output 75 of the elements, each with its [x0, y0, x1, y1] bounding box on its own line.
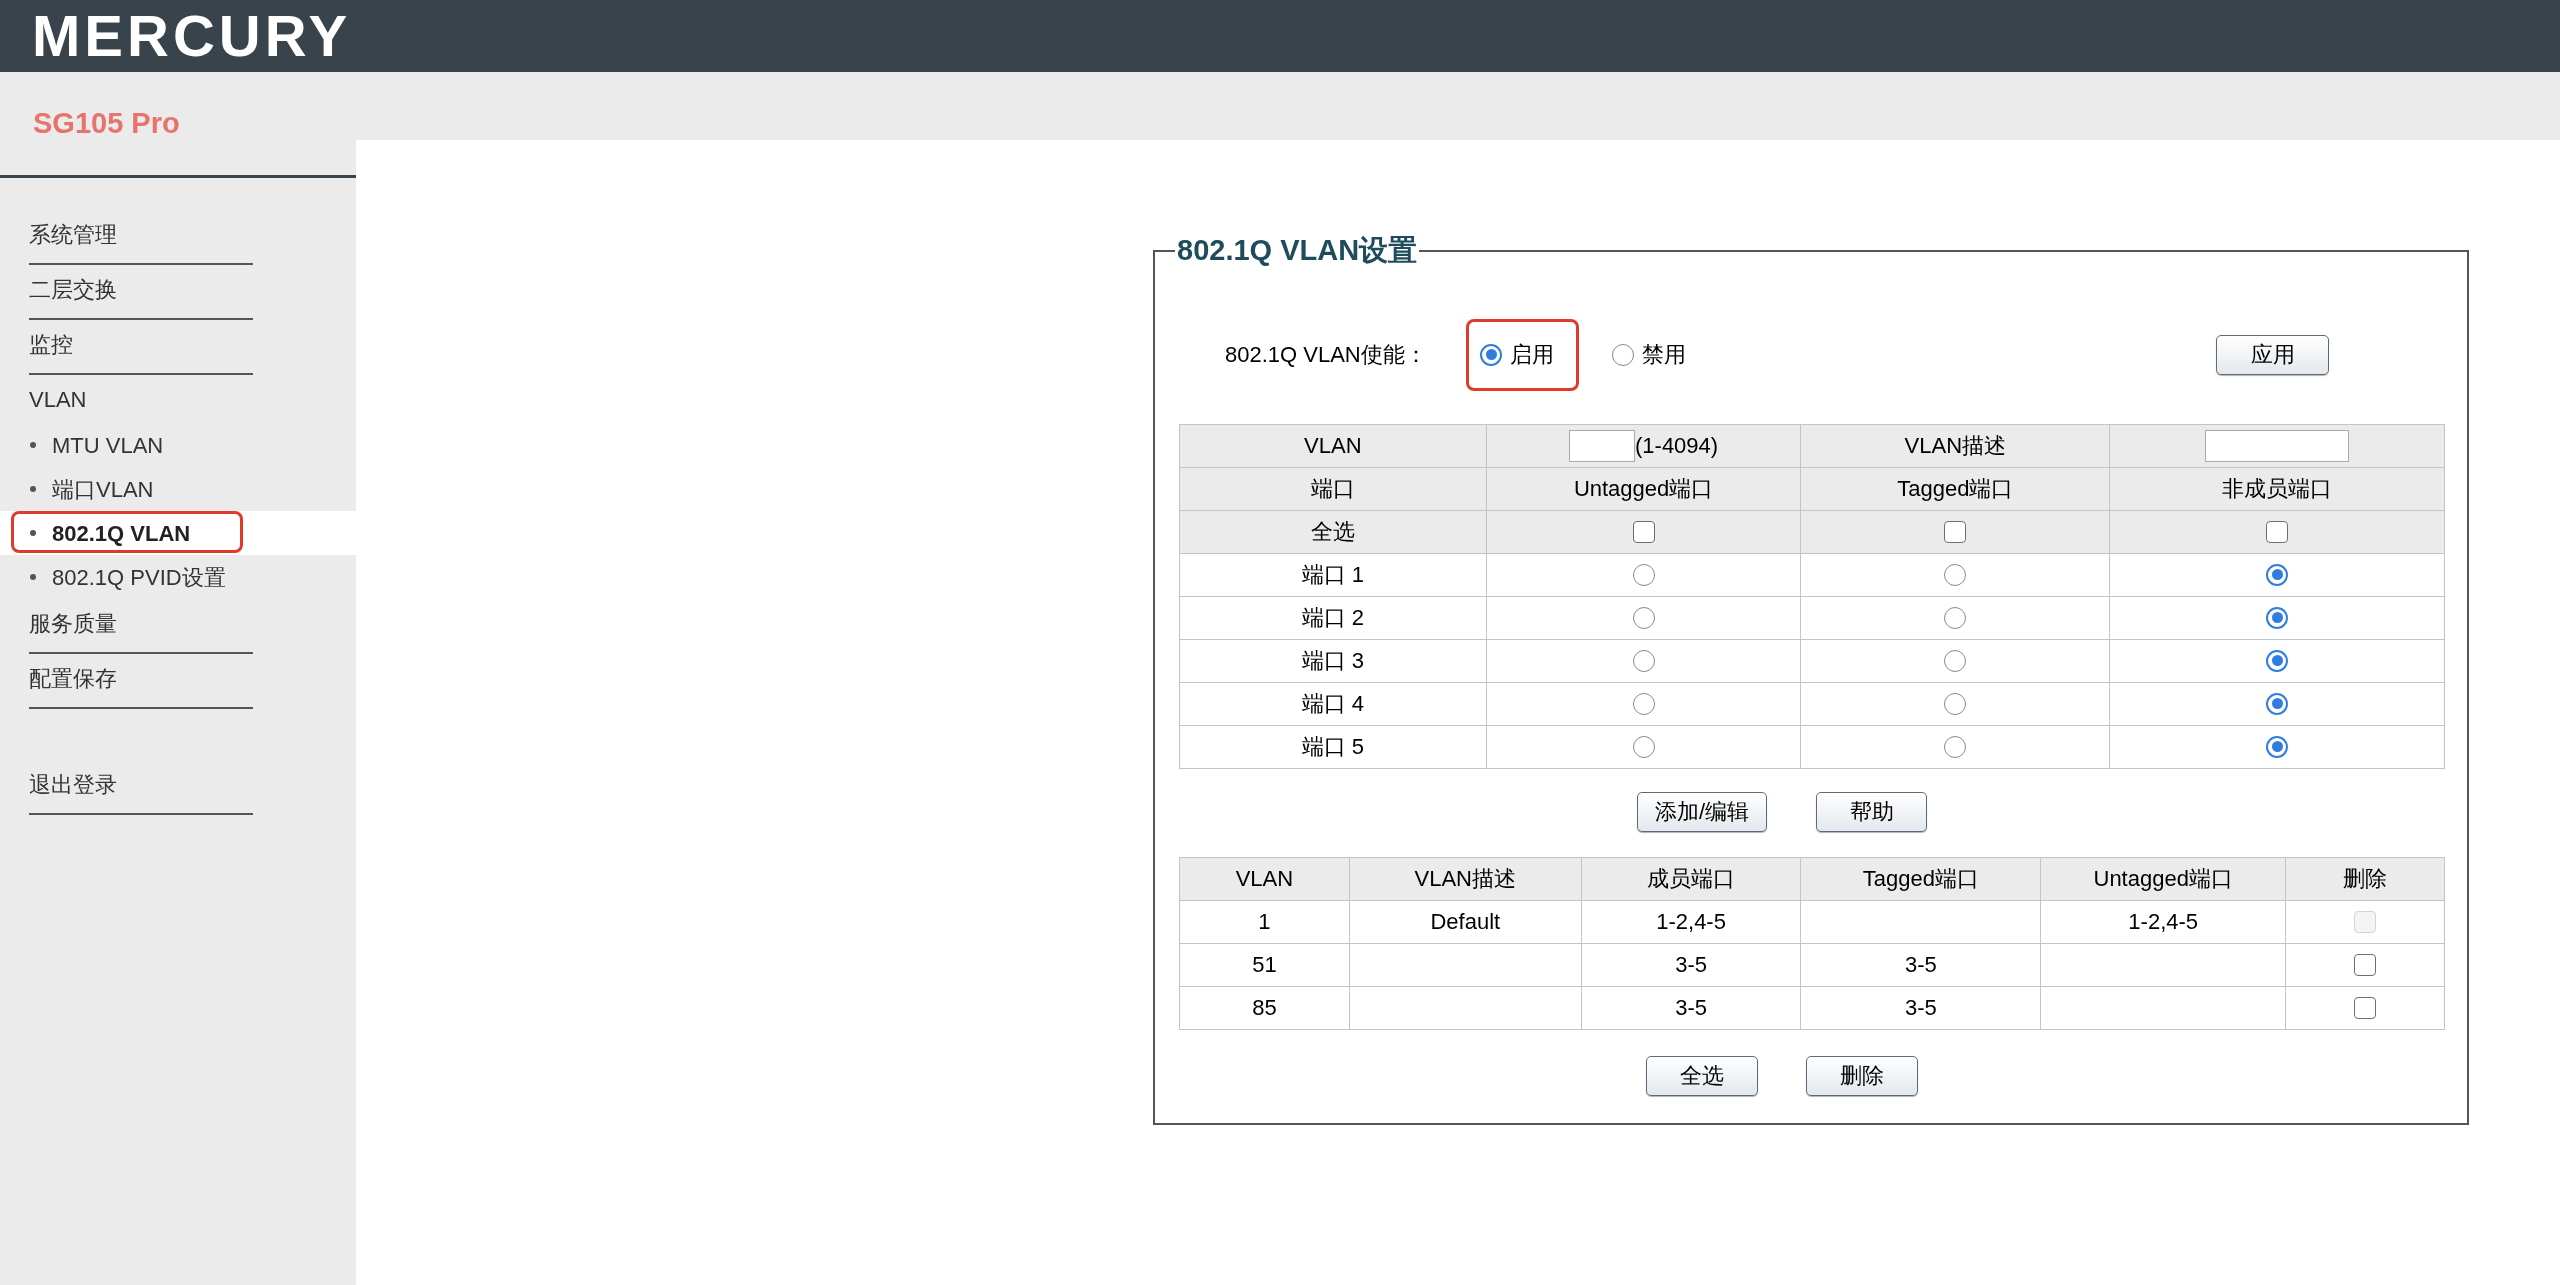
- table-header: VLAN: [1179, 424, 1487, 467]
- radio-button[interactable]: [2266, 692, 2289, 715]
- table-cell: Default: [1430, 909, 1501, 934]
- bullet-icon: [30, 574, 36, 580]
- radio-button[interactable]: [2266, 606, 2289, 629]
- table-header: 端口: [1179, 467, 1487, 510]
- table-header: Untagged端口: [1486, 467, 1801, 510]
- panel-title: 802.1Q VLAN设置: [1176, 233, 1419, 268]
- table-cell: 端口 2: [1179, 596, 1487, 639]
- radio-button[interactable]: [1612, 343, 1634, 366]
- button[interactable]: 应用: [2216, 334, 2329, 375]
- table-cell: 3-5: [1675, 952, 1707, 977]
- button[interactable]: 删除: [1806, 1055, 1918, 1096]
- checkbox[interactable]: [2354, 953, 2377, 976]
- table-cell: 端口 5: [1179, 725, 1487, 768]
- table-cell: 全选: [1179, 510, 1487, 553]
- radio-button[interactable]: [1632, 563, 1655, 586]
- table-cell: 1-2,4-5: [1656, 909, 1726, 934]
- radio-button[interactable]: [1632, 649, 1655, 672]
- field-label: 802.1Q VLAN使能：: [1225, 341, 1428, 369]
- radio-label: 启用: [1510, 341, 1554, 369]
- table-cell: 3-5: [1905, 952, 1937, 977]
- table-cell: 51: [1252, 952, 1277, 977]
- radio-button[interactable]: [2266, 735, 2289, 758]
- range-hint: (1-4094): [1635, 432, 1719, 460]
- table-header: VLAN: [1179, 857, 1350, 900]
- table-header: Tagged端口: [1800, 467, 2110, 510]
- radio-button[interactable]: [2266, 563, 2289, 586]
- radio-button[interactable]: [1944, 563, 1967, 586]
- checkbox[interactable]: [2354, 996, 2377, 1019]
- button[interactable]: 全选: [1646, 1055, 1758, 1096]
- sidebar-item[interactable]: 监控: [29, 320, 253, 375]
- button[interactable]: 帮助: [1816, 791, 1927, 832]
- checkbox[interactable]: [2266, 520, 2289, 543]
- radio-button[interactable]: [1944, 606, 1967, 629]
- table-header: 删除: [2285, 857, 2445, 900]
- model-name: SG105 Pro: [33, 105, 180, 141]
- table-cell: 端口 1: [1179, 553, 1487, 596]
- table-cell: 1: [1258, 909, 1271, 934]
- radio-button[interactable]: [2266, 649, 2289, 672]
- sidebar-item[interactable]: 配置保存: [29, 654, 253, 709]
- sidebar-subitem[interactable]: 802.1Q PVID设置: [52, 560, 226, 594]
- sidebar-item[interactable]: 退出登录: [29, 760, 253, 815]
- table-header: 非成员端口: [2109, 467, 2445, 510]
- button[interactable]: 添加/编辑: [1637, 791, 1767, 832]
- table-cell: 端口 3: [1179, 639, 1487, 682]
- table-header: Untagged端口: [2040, 857, 2286, 900]
- table-cell: 3-5: [1905, 995, 1937, 1020]
- bullet-icon: [30, 486, 36, 492]
- radio-button[interactable]: [1944, 735, 1967, 758]
- vlan-id-field[interactable]: [1569, 429, 1635, 462]
- radio-button[interactable]: [1632, 606, 1655, 629]
- radio-button[interactable]: [1480, 343, 1502, 366]
- checkbox[interactable]: [1944, 520, 1967, 543]
- table-header: VLAN描述: [1349, 857, 1582, 900]
- radio-label: 禁用: [1642, 341, 1686, 369]
- table-header: 成员端口: [1581, 857, 1801, 900]
- sidebar-subitem[interactable]: MTU VLAN: [52, 428, 164, 462]
- table-header: VLAN描述: [1800, 424, 2110, 467]
- vlan-description-field[interactable]: [2205, 429, 2350, 462]
- table-cell: 1-2,4-5: [2128, 909, 2199, 934]
- brand-logo: MERCURY: [32, 7, 352, 65]
- bullet-icon: [30, 530, 36, 536]
- bullet-icon: [30, 442, 36, 448]
- checkbox[interactable]: [1632, 520, 1655, 543]
- radio-button[interactable]: [1944, 692, 1967, 715]
- sidebar-group-label[interactable]: VLAN: [29, 382, 87, 416]
- table-cell: 3-5: [1675, 995, 1707, 1020]
- radio-button[interactable]: [1632, 735, 1655, 758]
- sidebar-subitem[interactable]: 端口VLAN: [52, 472, 154, 506]
- table-cell: 端口 4: [1179, 682, 1487, 725]
- radio-button[interactable]: [1632, 692, 1655, 715]
- table-cell: 85: [1252, 995, 1277, 1020]
- radio-button[interactable]: [1944, 649, 1967, 672]
- table-header: Tagged端口: [1801, 857, 2041, 900]
